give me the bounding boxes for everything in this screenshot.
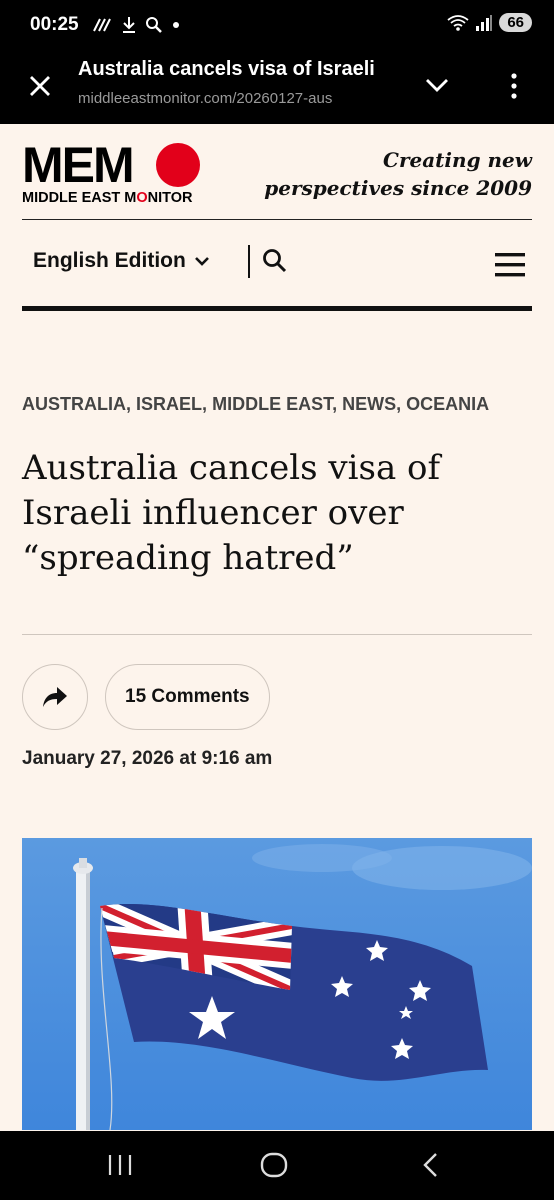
- search-icon: [263, 249, 287, 273]
- recent-apps-icon: [108, 1155, 132, 1175]
- search-notification-icon: [146, 16, 163, 33]
- site-tagline: Creating new perspectives since 2009: [264, 148, 532, 200]
- logo-wordmark: MEM: [22, 137, 135, 193]
- kebab-menu-icon: [511, 73, 517, 99]
- edition-label: English Edition: [33, 249, 186, 272]
- close-icon: [30, 76, 50, 96]
- browser-toolbar: Australia cancels visa of Israeli middle…: [0, 52, 554, 124]
- logo-red-dot: [156, 143, 200, 187]
- chevron-down-icon: [426, 79, 448, 92]
- page-url[interactable]: middleeastmonitor.com/20260127-aus: [78, 90, 398, 107]
- notification-icons: [92, 14, 180, 34]
- status-bar: 00:25 66: [0, 0, 554, 52]
- publish-date: January 27, 2026 at 9:16 am: [22, 748, 273, 769]
- share-icon: [43, 687, 67, 707]
- battery-indicator: 66: [499, 13, 532, 32]
- header-divider: [22, 219, 532, 220]
- article-headline: Australia cancels visa of Israeli influe…: [22, 448, 441, 578]
- home-button[interactable]: [254, 1149, 294, 1181]
- category-link[interactable]: AUSTRALIA: [22, 394, 126, 414]
- chevron-down-icon: [194, 257, 209, 266]
- signal-slash-icon: [93, 18, 111, 31]
- article-divider: [22, 634, 532, 635]
- category-list: AUSTRALIA, ISRAEL, MIDDLE EAST, NEWS, OC…: [22, 394, 490, 414]
- dot-icon: [173, 21, 180, 28]
- logo-subtitle: MIDDLE EAST MONITOR: [22, 190, 193, 206]
- site-logo[interactable]: MEM MIDDLE EAST MONITOR: [22, 140, 222, 210]
- nav-separator: [248, 245, 250, 278]
- page-title: Australia cancels visa of Israeli: [78, 58, 375, 80]
- nav-bottom-rule: [22, 306, 532, 311]
- edition-selector[interactable]: English Edition: [33, 249, 210, 273]
- category-link[interactable]: MIDDLE EAST: [212, 394, 332, 414]
- search-button[interactable]: [262, 248, 290, 276]
- cell-signal-icon: [476, 14, 493, 31]
- category-link[interactable]: NEWS: [342, 394, 396, 414]
- more-options-button[interactable]: [502, 68, 526, 104]
- category-link[interactable]: OCEANIA: [406, 394, 489, 414]
- expand-toolbar-button[interactable]: [422, 70, 454, 102]
- back-icon: [423, 1153, 437, 1177]
- australian-flag-photo: [22, 838, 532, 1130]
- system-navigation-bar: [0, 1131, 554, 1200]
- share-button[interactable]: [22, 664, 88, 730]
- recent-apps-button[interactable]: [100, 1149, 140, 1181]
- wifi-icon: [447, 14, 469, 31]
- category-link[interactable]: ISRAEL: [136, 394, 202, 414]
- hamburger-menu-icon: [495, 253, 525, 277]
- article-hero-image: [22, 838, 532, 1130]
- home-icon: [260, 1152, 288, 1178]
- download-icon: [122, 16, 135, 33]
- status-time: 00:25: [30, 14, 79, 35]
- comments-button[interactable]: 15 Comments: [105, 664, 270, 730]
- main-menu-button[interactable]: [494, 250, 526, 280]
- back-button[interactable]: [412, 1149, 452, 1181]
- close-tab-button[interactable]: [22, 68, 58, 104]
